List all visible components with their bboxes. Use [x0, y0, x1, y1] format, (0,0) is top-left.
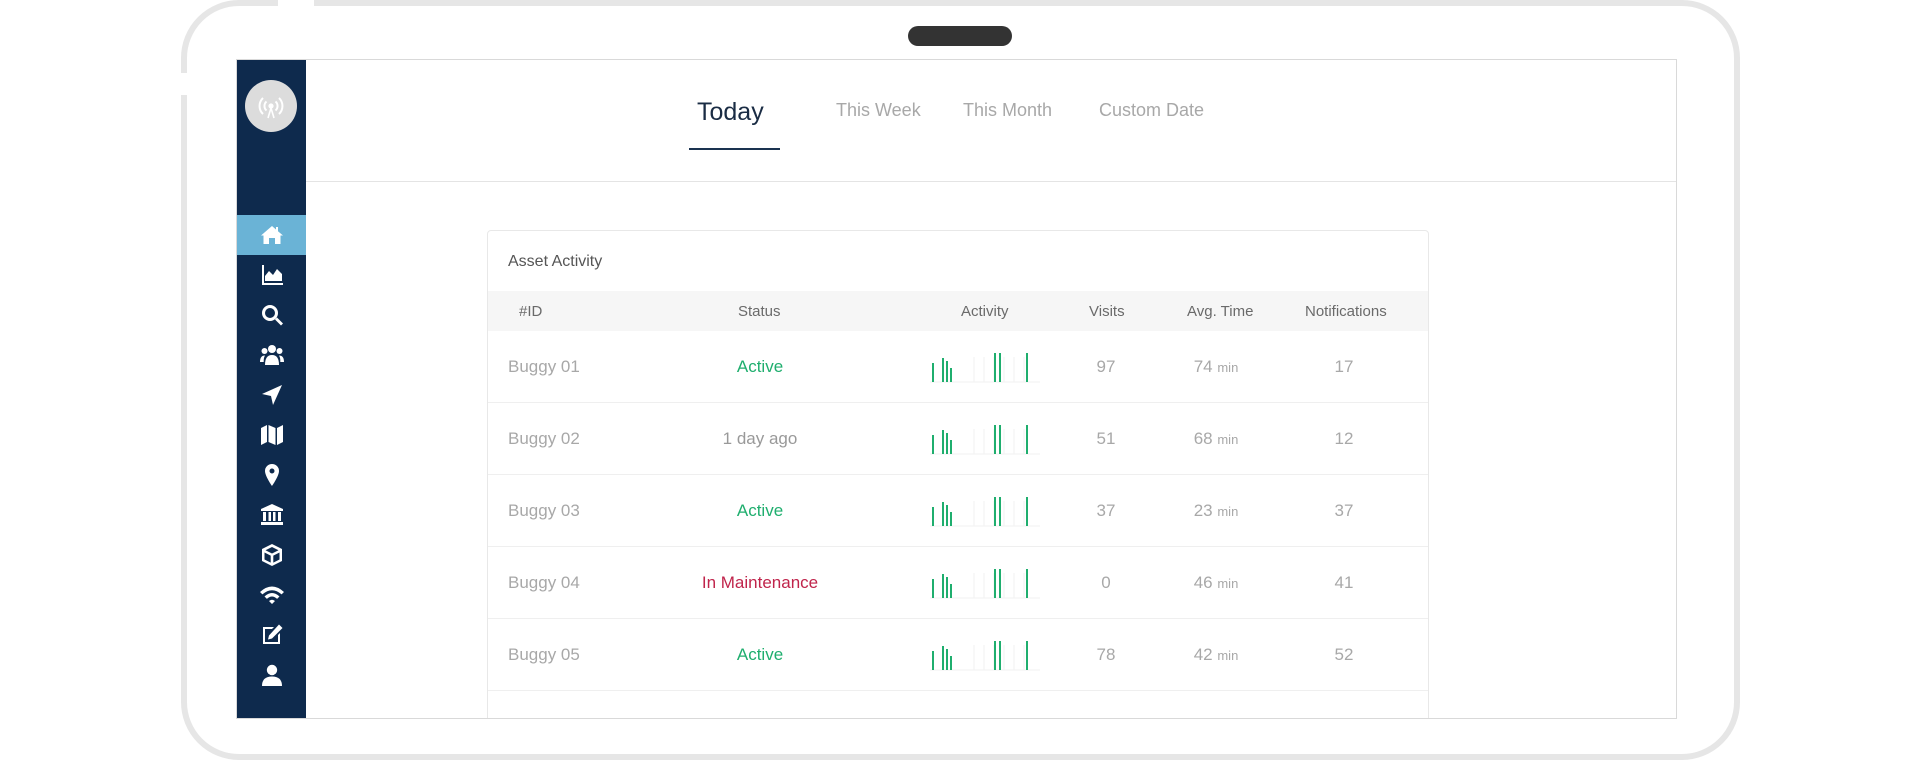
users-icon — [259, 345, 284, 365]
tab-this-month[interactable]: This Month — [963, 100, 1052, 121]
wifi-icon — [259, 586, 284, 604]
column-header-visits: Visits — [1089, 303, 1125, 320]
tab-this-week[interactable]: This Week — [836, 100, 921, 121]
status-text: Active — [736, 501, 784, 520]
table-row[interactable]: Buggy 02 1 day ago 51 68 min 12 — [488, 403, 1428, 475]
sidebar-item-map[interactable] — [237, 415, 306, 455]
avg-time: 23 min — [1194, 501, 1239, 521]
avg-time-value: 42 — [1193, 645, 1213, 664]
visits-count: 78 — [1096, 645, 1116, 664]
sidebar-item-institutions[interactable] — [237, 495, 306, 535]
avg-time-unit: min — [1217, 504, 1239, 519]
device-frame-gap — [278, 0, 314, 10]
status-text: 1 day ago — [722, 429, 798, 448]
column-header-notifications: Notifications — [1305, 303, 1387, 320]
visits-count: 97 — [1096, 357, 1116, 376]
avg-time-value: 74 — [1193, 357, 1213, 376]
asset-activity-card: Asset Activity #ID Status Activity Visit… — [487, 230, 1429, 718]
sidebar-item-connectivity[interactable] — [237, 575, 306, 615]
avg-time-value: 23 — [1193, 501, 1213, 520]
asset-id: Buggy 05 — [508, 645, 580, 664]
status-text: Active — [736, 357, 784, 376]
visits-count: 0 — [1101, 573, 1111, 592]
notifications-count: 37 — [1334, 501, 1354, 520]
activity-sparkline — [930, 569, 1040, 599]
search-icon — [261, 305, 283, 326]
location-arrow-icon — [261, 385, 282, 405]
sidebar-item-analytics[interactable] — [237, 255, 306, 295]
activity-sparkline — [930, 641, 1040, 671]
sidebar-nav — [237, 215, 306, 695]
asset-id: Buggy 01 — [508, 357, 580, 376]
sidebar-item-navigate[interactable] — [237, 375, 306, 415]
avg-time-unit: min — [1217, 648, 1239, 663]
activity-sparkline — [930, 425, 1040, 455]
sidebar-item-edit[interactable] — [237, 615, 306, 655]
asset-id: Buggy 04 — [508, 573, 580, 592]
logo[interactable] — [245, 80, 297, 132]
sidebar-item-search[interactable] — [237, 295, 306, 335]
date-range-tabs: Today This Week This Month Custom Date ? — [306, 60, 1676, 182]
map-marker-icon — [264, 464, 279, 486]
column-header-activity: Activity — [961, 303, 1009, 320]
notifications-count: 17 — [1334, 357, 1354, 376]
avg-time: 74 min — [1194, 357, 1239, 377]
table-row[interactable]: Buggy 04 In Maintenance 0 46 min 41 — [488, 547, 1428, 619]
edit-icon — [262, 624, 282, 644]
avg-time-value: 68 — [1193, 429, 1213, 448]
status-text: Active — [736, 645, 784, 664]
table-row[interactable]: Buggy 03 Active 37 23 min 37 — [488, 475, 1428, 547]
notifications-count: 12 — [1334, 429, 1354, 448]
avg-time-unit: min — [1217, 432, 1239, 447]
active-tab-indicator — [689, 148, 780, 150]
broadcast-icon — [258, 97, 284, 119]
tab-custom-date[interactable]: Custom Date — [1099, 100, 1204, 121]
area-chart-icon — [261, 265, 283, 285]
asset-id: Buggy 03 — [508, 501, 580, 520]
notifications-count: 41 — [1334, 573, 1354, 592]
column-header-id: #ID — [519, 303, 543, 320]
table-header: #ID Status Activity Visits Avg. Time Not… — [488, 291, 1428, 331]
avg-time-value: 46 — [1193, 573, 1213, 592]
user-icon — [261, 664, 282, 686]
visits-count: 51 — [1096, 429, 1116, 448]
avg-time: 68 min — [1194, 429, 1239, 449]
sidebar — [237, 60, 306, 718]
device-camera — [908, 26, 1012, 46]
sidebar-item-locations[interactable] — [237, 455, 306, 495]
sidebar-item-home[interactable] — [237, 215, 306, 255]
tab-today[interactable]: Today — [697, 98, 764, 127]
notifications-count: 52 — [1334, 645, 1354, 664]
column-header-avg-time: Avg. Time — [1187, 303, 1254, 320]
sidebar-item-users[interactable] — [237, 335, 306, 375]
cube-icon — [261, 544, 282, 566]
avg-time-unit: min — [1217, 360, 1239, 375]
avg-time-unit: min — [1217, 576, 1239, 591]
table-row[interactable]: Buggy 01 Active 97 74 min 17 — [488, 331, 1428, 403]
asset-id: Buggy 02 — [508, 429, 580, 448]
activity-sparkline — [930, 497, 1040, 527]
column-header-status: Status — [738, 303, 781, 320]
card-title: Asset Activity — [508, 253, 603, 270]
device-side-notch — [181, 73, 189, 95]
sidebar-item-profile[interactable] — [237, 655, 306, 695]
visits-count: 37 — [1096, 501, 1116, 520]
status-text: In Maintenance — [701, 573, 819, 592]
home-icon — [260, 226, 283, 244]
avg-time: 46 min — [1194, 573, 1239, 593]
institution-icon — [260, 504, 283, 525]
activity-sparkline — [930, 353, 1040, 383]
sidebar-item-assets[interactable] — [237, 535, 306, 575]
app-screen: Today This Week This Month Custom Date ?… — [236, 59, 1677, 719]
map-icon — [260, 425, 283, 445]
table-row[interactable]: Buggy 05 Active 78 42 min 52 — [488, 619, 1428, 691]
avg-time: 42 min — [1194, 645, 1239, 665]
